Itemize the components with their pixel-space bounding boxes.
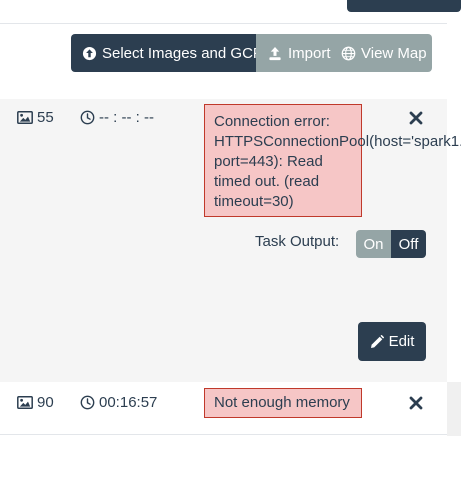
- edit-label: Edit: [388, 333, 415, 350]
- action-button-group: Select Images and GCP Import View Map: [71, 34, 432, 72]
- task-row: 90 00:16:57 Not enough memory: [0, 382, 447, 435]
- task-output-toggle: On Off: [356, 230, 426, 258]
- upload-icon: [267, 46, 283, 61]
- task-duration: -- : -- : --: [80, 109, 154, 126]
- top-button-partial[interactable]: [347, 0, 461, 12]
- view-map-label: View Map: [361, 44, 427, 62]
- import-button[interactable]: Import: [256, 34, 341, 72]
- task-row: 55 -- : -- : -- Connection error: HTTPSC…: [0, 99, 461, 382]
- globe-icon: [341, 46, 356, 61]
- image-count: 90: [17, 394, 54, 411]
- error-message: Not enough memory: [204, 388, 362, 418]
- image-count: 55: [17, 109, 54, 126]
- scroll-edge: [447, 382, 461, 436]
- error-message: Connection error: HTTPSConnectionPool(ho…: [204, 104, 461, 217]
- toggle-on-button[interactable]: On: [356, 230, 391, 258]
- error-line: HTTPSConnectionPool(host='spark1.w: [214, 133, 461, 150]
- import-label: Import: [288, 44, 331, 62]
- image-count-value: 55: [37, 109, 54, 126]
- image-icon: [17, 111, 33, 124]
- image-count-value: 90: [37, 394, 54, 411]
- pencil-icon: [370, 334, 384, 349]
- task-output-label: Task Output:: [255, 233, 340, 250]
- clock-icon: [80, 395, 95, 410]
- view-map-button[interactable]: View Map: [341, 34, 432, 72]
- arrow-circle-up-icon: [82, 46, 97, 61]
- task-duration-value: -- : -- : --: [99, 109, 154, 126]
- clock-icon: [80, 110, 95, 125]
- toggle-off-button[interactable]: Off: [391, 230, 426, 258]
- error-line: Connection error:: [214, 113, 330, 130]
- select-images-gcp-button[interactable]: Select Images and GCP: [71, 34, 263, 72]
- task-duration-value: 00:16:57: [99, 394, 158, 411]
- error-line: timed out. (read: [214, 173, 320, 190]
- task-duration: 00:16:57: [80, 394, 157, 411]
- edit-button[interactable]: Edit: [358, 322, 426, 361]
- divider: [0, 23, 447, 24]
- close-icon[interactable]: [407, 109, 425, 127]
- error-line: timeout=30): [214, 193, 294, 210]
- image-icon: [17, 396, 33, 409]
- close-icon[interactable]: [407, 394, 425, 412]
- error-line: port=443): Read: [214, 153, 323, 170]
- select-images-gcp-label: Select Images and GCP: [102, 44, 263, 62]
